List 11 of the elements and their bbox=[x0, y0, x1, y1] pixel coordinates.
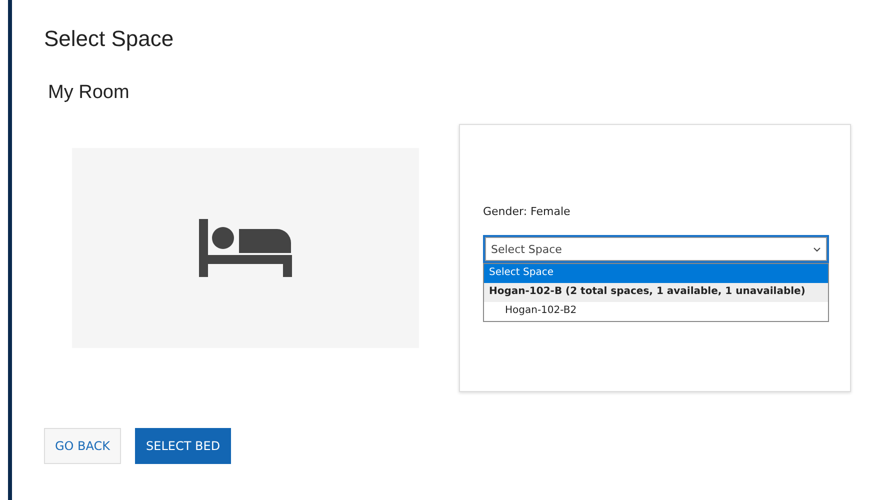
chevron-icon bbox=[813, 246, 821, 252]
space-select[interactable]: Select Space bbox=[483, 235, 829, 263]
option-group-label: Hogan-102-B (2 total spaces, 1 available, 1 unavailable) bbox=[484, 283, 828, 302]
dropdown-option[interactable]: Select Space bbox=[484, 264, 828, 283]
gender-label: Gender: Female bbox=[483, 205, 570, 218]
select-bed-button[interactable]: SELECT BED bbox=[135, 428, 232, 464]
page-title: Select Space bbox=[44, 26, 174, 52]
dropdown-option[interactable]: Hogan-102-B2 bbox=[484, 302, 828, 321]
bed-icon bbox=[199, 219, 292, 277]
section-heading: My Room bbox=[48, 82, 130, 104]
go-back-button[interactable]: GO BACK bbox=[44, 428, 122, 464]
